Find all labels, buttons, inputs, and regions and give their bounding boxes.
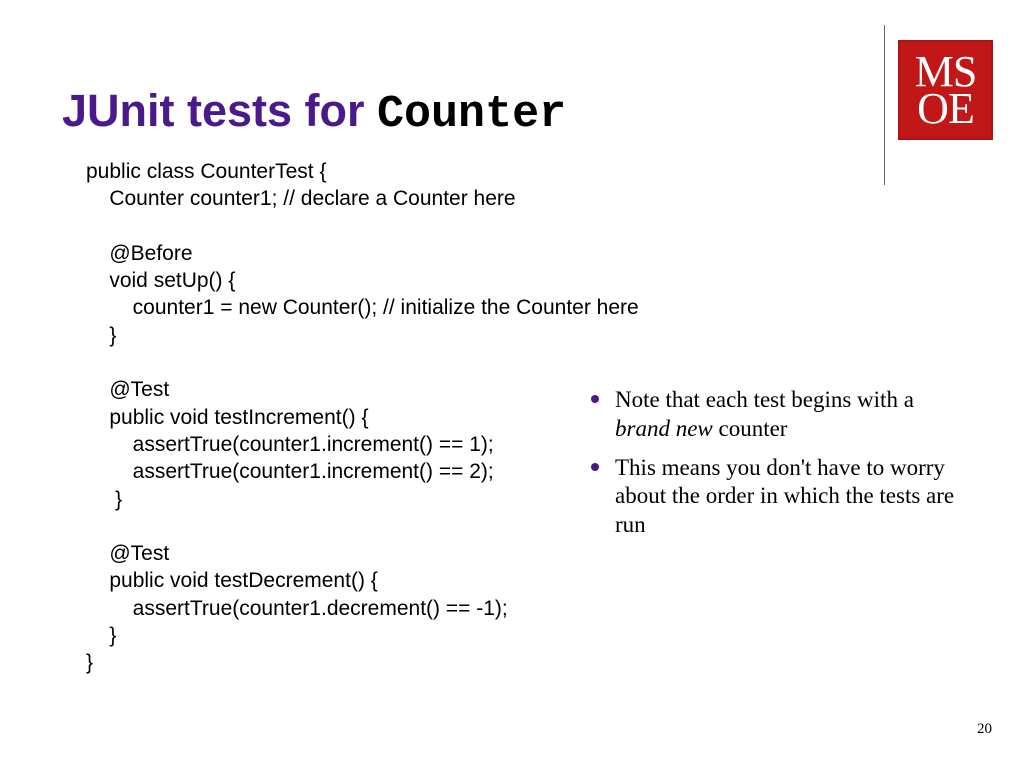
slide: MS OE JUnit tests for Counter public cla… <box>0 0 1024 768</box>
logo-letter-e: E <box>948 90 974 127</box>
code-listing: public class CounterTest { Counter count… <box>86 158 666 677</box>
note-item-1: Note that each test begins with a brand … <box>585 386 955 444</box>
logo-divider <box>884 25 885 185</box>
title-class: Counter <box>377 89 566 140</box>
title-prefix: JUnit tests for <box>62 85 377 136</box>
note-item-2: This means you don't have to worry about… <box>585 454 955 540</box>
notes-panel: Note that each test begins with a brand … <box>585 386 955 550</box>
msoe-logo: MS OE <box>898 40 993 140</box>
slide-title: JUnit tests for Counter <box>62 85 566 140</box>
page-number: 20 <box>977 721 992 738</box>
logo-letter-o: O <box>917 90 948 127</box>
